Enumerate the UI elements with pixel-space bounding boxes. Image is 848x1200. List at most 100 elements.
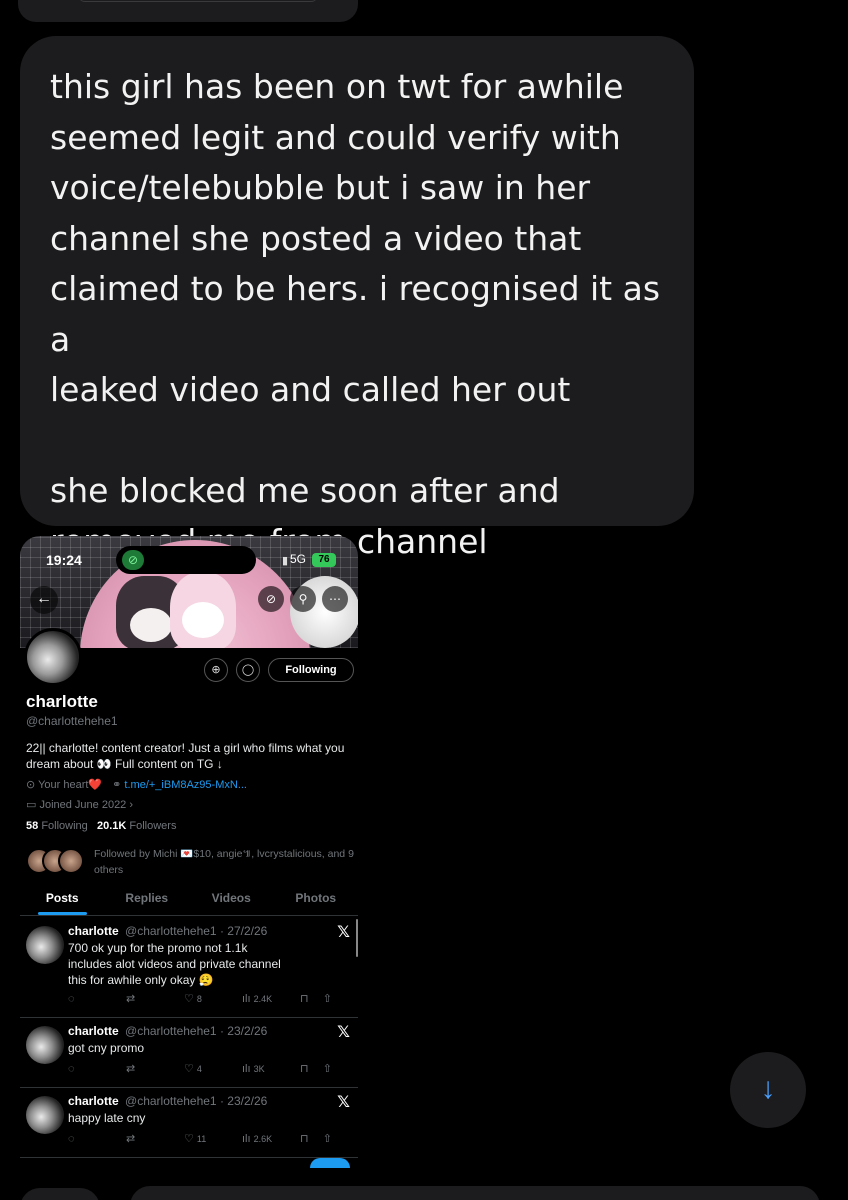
post-actions: ◌ ⇄ ♡ 4 ılı 3K ⊓ ⇧ xyxy=(68,1062,332,1076)
like-button[interactable]: ♡ 4 xyxy=(184,1062,242,1075)
grok-icon[interactable]: ⊘ xyxy=(258,586,284,612)
views-button[interactable]: ılı 3K xyxy=(242,1062,300,1075)
joined-date: ▭ Joined June 2022 › xyxy=(26,798,133,811)
following-count[interactable]: 58 xyxy=(26,820,38,832)
profile-tabs: Posts Replies Videos Photos xyxy=(20,886,358,916)
post-item[interactable]: charlotte @charlottehehe1 · 23/2/26 𝕏 go… xyxy=(20,1018,358,1088)
post-avatar[interactable] xyxy=(26,1026,64,1064)
profile-handle: @charlottehehe1 xyxy=(26,714,118,728)
post-handle-date: @charlottehehe1 · 23/2/26 xyxy=(125,1024,268,1038)
reply-icon: ◌ xyxy=(68,1062,75,1075)
followed-by-row[interactable]: Followed by Michi 💌$10, angie៕, lvcrysta… xyxy=(26,844,356,878)
post-handle-date: @charlottehehe1 · 27/2/26 xyxy=(125,924,268,938)
previous-message-bubble xyxy=(18,0,358,22)
post-author: charlotte xyxy=(68,1024,119,1038)
bookmark-icon[interactable]: ⊓ xyxy=(300,1132,309,1145)
repost-button[interactable]: ⇄ xyxy=(126,992,184,1005)
views-icon: ılı xyxy=(242,992,251,1005)
link-icon: ⚭ xyxy=(112,779,125,791)
like-count: 11 xyxy=(196,1133,207,1144)
post-text: got cny promo xyxy=(68,1041,145,1055)
post-avatar[interactable] xyxy=(26,1096,64,1134)
profile-avatar[interactable] xyxy=(24,628,82,686)
follow-stats: 58 Following 20.1K Followers xyxy=(26,820,176,832)
post-author: charlotte xyxy=(68,1094,119,1108)
scroll-down-button[interactable]: ↓ xyxy=(730,1052,806,1128)
bookmark-icon[interactable]: ⊓ xyxy=(300,1062,309,1075)
embedded-profile-screenshot[interactable]: 19:24 ⊘ ▮ 5G 76 ← ⊘ ⚲ ⋯ ⊕ ◯ Following ch… xyxy=(20,536,358,1168)
share-icon[interactable]: ⇧ xyxy=(323,1132,332,1145)
dynamic-island: ⊘ xyxy=(116,546,256,574)
view-count: 2.6K xyxy=(253,1133,273,1144)
battery-indicator: 76 xyxy=(312,553,336,567)
like-button[interactable]: ♡ 8 xyxy=(184,992,242,1005)
view-count: 3K xyxy=(253,1063,265,1074)
avatar xyxy=(58,848,84,874)
bookmark-icon[interactable]: ⊓ xyxy=(300,992,309,1005)
share-icon[interactable]: ⇧ xyxy=(323,1062,332,1075)
message-input-field[interactable] xyxy=(130,1186,820,1200)
followers-count[interactable]: 20.1K xyxy=(97,820,126,832)
search-icon[interactable]: ⚲ xyxy=(290,586,316,612)
post-text: 700 ok yup for the promo not 1.1k includ… xyxy=(68,941,281,987)
call-link-icon: ⊘ xyxy=(122,550,144,570)
subscribe-icon[interactable]: ⊕ xyxy=(204,658,228,682)
post-header: charlotte @charlottehehe1 · 27/2/26 xyxy=(68,924,267,938)
followed-by-avatars xyxy=(26,848,92,874)
profile-link[interactable]: t.me/+_iBM8Az95-MxN... xyxy=(124,779,247,791)
post-actions: ◌ ⇄ ♡ 11 ılı 2.6K ⊓ ⇧ xyxy=(68,1132,332,1146)
post-header: charlotte @charlottehehe1 · 23/2/26 xyxy=(68,1024,267,1038)
views-button[interactable]: ılı 2.4K xyxy=(242,992,300,1005)
heart-icon: ♡ xyxy=(184,1063,194,1075)
back-arrow-icon[interactable]: ← xyxy=(30,586,58,614)
location-item: ⊙ Your heart❤️ xyxy=(26,778,102,791)
post-item[interactable]: charlotte @charlottehehe1 · 23/2/26 𝕏 ha… xyxy=(20,1088,358,1158)
post-text: happy late cny xyxy=(68,1111,146,1125)
followers-label[interactable]: Followers xyxy=(129,820,176,832)
repost-button[interactable]: ⇄ xyxy=(126,1132,184,1145)
heart-icon: ♡ xyxy=(184,1133,194,1145)
views-icon: ılı xyxy=(242,1062,251,1075)
x-logo-icon: 𝕏 xyxy=(337,924,350,941)
previous-message-inner xyxy=(78,0,318,2)
post-actions: ◌ ⇄ ♡ 8 ılı 2.4K ⊓ ⇧ xyxy=(68,992,332,1006)
like-button[interactable]: ♡ 11 xyxy=(184,1132,242,1145)
repost-icon: ⇄ xyxy=(126,993,136,1005)
reply-icon: ◌ xyxy=(68,992,75,1005)
reply-button[interactable]: ◌ xyxy=(68,992,126,1005)
repost-icon: ⇄ xyxy=(126,1063,136,1075)
tab-posts[interactable]: Posts xyxy=(20,886,105,915)
message-icon[interactable]: ◯ xyxy=(236,658,260,682)
post-item[interactable]: charlotte @charlottehehe1 · 27/2/26 𝕏 70… xyxy=(20,918,358,1018)
reply-button[interactable]: ◌ xyxy=(68,1062,126,1075)
view-count: 2.4K xyxy=(253,993,273,1004)
attachment-button[interactable] xyxy=(20,1188,100,1200)
share-icon[interactable]: ⇧ xyxy=(323,992,332,1005)
profile-meta-row: ⊙ Your heart❤️ ⚭ t.me/+_iBM8Az95-MxN... xyxy=(26,778,247,791)
tab-replies[interactable]: Replies xyxy=(105,886,190,915)
reply-button[interactable]: ◌ xyxy=(68,1132,126,1145)
more-icon[interactable]: ⋯ xyxy=(322,586,348,612)
bottom-peek xyxy=(20,1158,358,1168)
joined-text: Joined June 2022 xyxy=(39,799,127,811)
message-text: this girl has been on twt for awhile see… xyxy=(50,67,661,561)
views-button[interactable]: ılı 2.6K xyxy=(242,1132,300,1145)
phone-status-bar: 19:24 ⊘ ▮ 5G 76 xyxy=(20,546,358,574)
post-author: charlotte xyxy=(68,924,119,938)
tab-videos[interactable]: Videos xyxy=(189,886,274,915)
compose-button[interactable] xyxy=(310,1158,350,1168)
post-header: charlotte @charlottehehe1 · 23/2/26 xyxy=(68,1094,267,1108)
followed-by-text: Followed by Michi 💌$10, angie៕, lvcrysta… xyxy=(94,848,354,876)
network-type: 5G xyxy=(290,552,307,566)
following-button[interactable]: Following xyxy=(268,658,354,682)
repost-button[interactable]: ⇄ xyxy=(126,1062,184,1075)
calendar-icon: ▭ xyxy=(26,799,40,811)
profile-top-actions: ⊘ ⚲ ⋯ xyxy=(258,586,348,612)
following-label[interactable]: Following xyxy=(41,820,87,832)
x-logo-icon: 𝕏 xyxy=(337,1024,350,1041)
reply-icon: ◌ xyxy=(68,1132,75,1145)
views-icon: ılı xyxy=(242,1132,251,1145)
link-item[interactable]: ⚭ t.me/+_iBM8Az95-MxN... xyxy=(112,778,247,791)
tab-photos[interactable]: Photos xyxy=(274,886,359,915)
post-avatar[interactable] xyxy=(26,926,64,964)
